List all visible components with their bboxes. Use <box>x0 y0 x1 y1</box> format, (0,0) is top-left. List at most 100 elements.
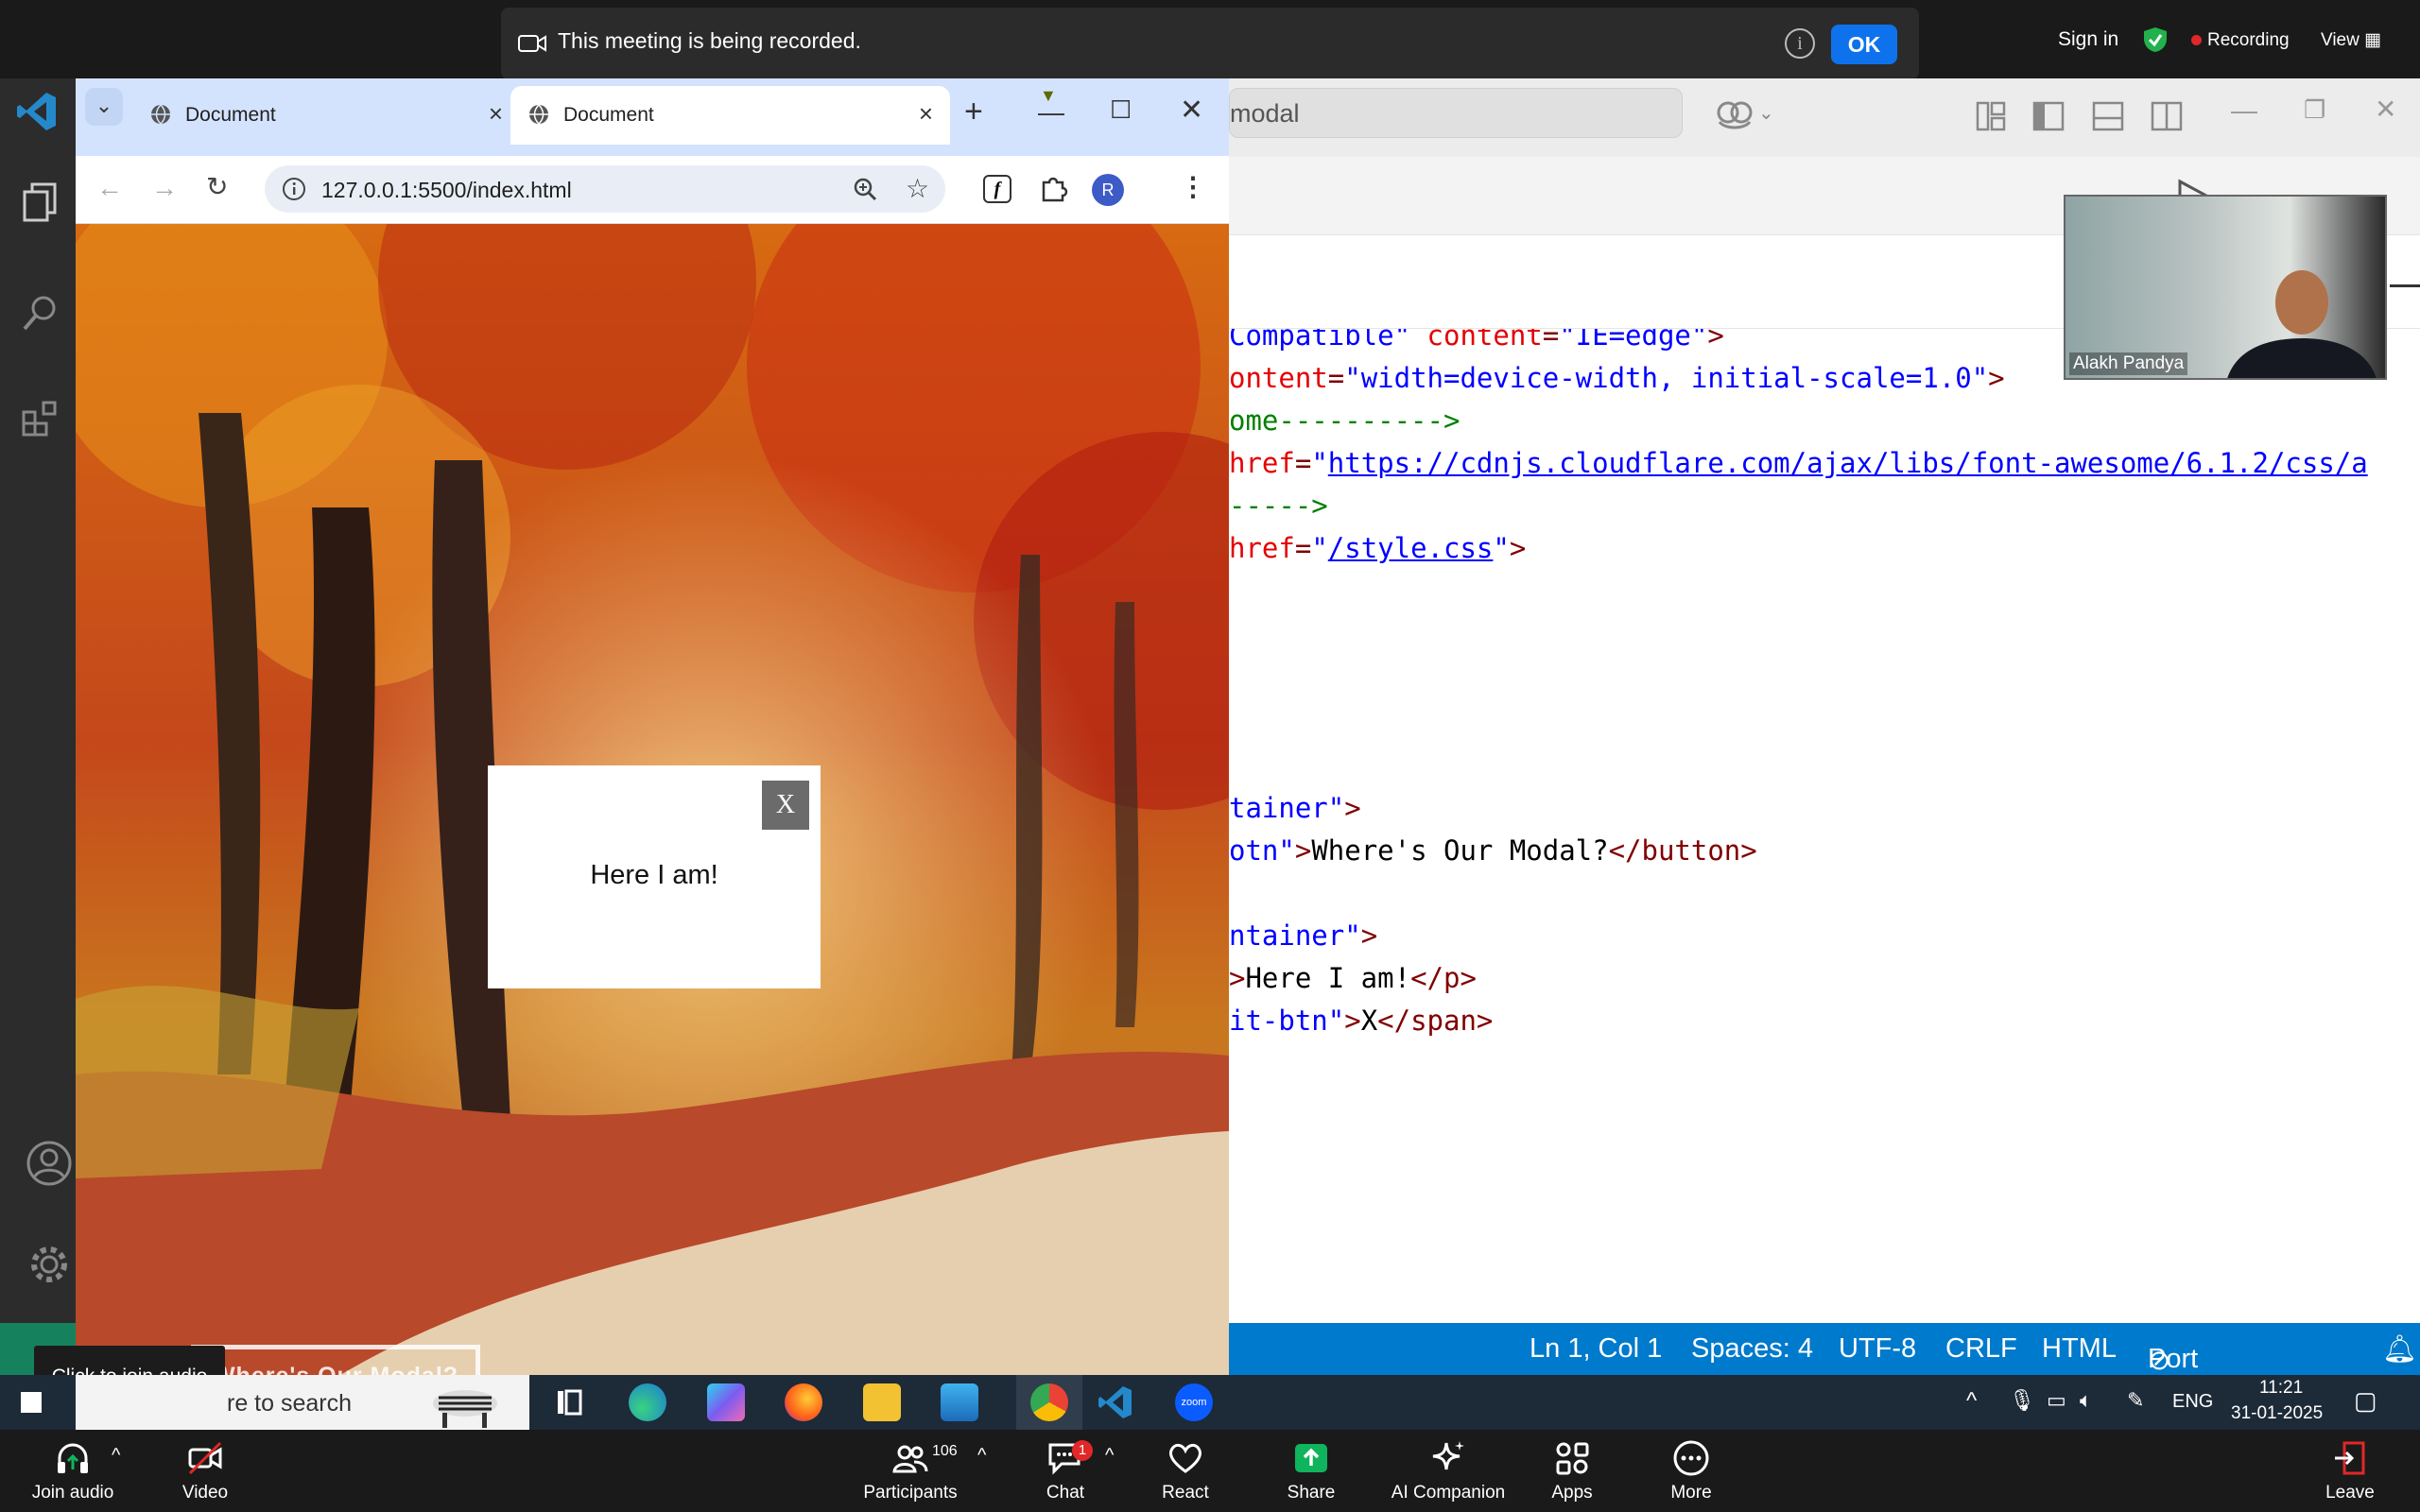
browser-tab-1[interactable]: Document × <box>132 86 520 145</box>
more-button[interactable]: More <box>1634 1439 1748 1503</box>
minimap-slider[interactable] <box>2390 284 2420 287</box>
chevron-up-icon[interactable]: ^ <box>977 1445 986 1467</box>
toggle-sidebar-icon[interactable] <box>2032 101 2065 131</box>
open-modal-button[interactable]: Where's Our Modal? <box>191 1345 480 1375</box>
forward-icon[interactable]: → <box>151 173 178 203</box>
recording-dot-icon <box>2191 35 2202 46</box>
extensions-puzzle-icon[interactable] <box>1040 175 1068 203</box>
chevron-up-icon[interactable]: ^ <box>112 1445 120 1467</box>
code-line[interactable]: ntainer"> <box>1229 919 1377 952</box>
chevron-down-icon[interactable]: ⌄ <box>1758 101 1774 125</box>
remote-desktop-icon[interactable] <box>941 1383 978 1421</box>
file-explorer-icon[interactable] <box>863 1383 901 1421</box>
code-line[interactable]: >Here I am!</p> <box>1229 962 1477 994</box>
code-line[interactable]: ome----------> <box>1229 404 1460 437</box>
leave-button[interactable]: Leave <box>2293 1439 2407 1503</box>
view-menu[interactable]: View ▦ <box>2321 29 2381 51</box>
explorer-icon[interactable] <box>21 182 60 222</box>
grid-icon: ▦ <box>2364 30 2382 50</box>
react-button[interactable]: React <box>1129 1439 1242 1503</box>
code-line[interactable]: otn">Where's Our Modal?</button> <box>1229 834 1757 867</box>
zoom-app-icon[interactable]: zoom <box>1175 1383 1213 1421</box>
gear-icon[interactable] <box>26 1242 72 1287</box>
back-icon[interactable]: ← <box>96 173 123 203</box>
video-camera-icon <box>518 35 546 52</box>
windows-start-icon[interactable] <box>21 1392 42 1413</box>
notification-icon[interactable]: ▢ <box>2354 1386 2377 1416</box>
video-label: Video <box>182 1483 229 1503</box>
bell-icon[interactable]: 🔔︎ <box>2382 1333 2417 1366</box>
taskbar-search[interactable]: re to search <box>76 1375 529 1430</box>
status-indentation[interactable]: Spaces: 4 <box>1691 1333 1813 1365</box>
status-language[interactable]: HTML <box>2042 1333 2117 1365</box>
zoom-icon[interactable] <box>853 177 877 201</box>
sign-in-link[interactable]: Sign in <box>2058 28 2118 51</box>
reload-icon[interactable]: ↻ <box>206 171 228 202</box>
status-eol[interactable]: CRLF <box>1945 1333 2017 1365</box>
shield-check-icon[interactable] <box>2143 26 2168 53</box>
code-line[interactable]: -----> <box>1229 490 1328 522</box>
microphone-icon[interactable]: 🎙︎ <box>2009 1388 2035 1413</box>
ai-companion-button[interactable]: AI Companion <box>1382 1439 1514 1503</box>
video-button[interactable]: Video <box>148 1439 262 1503</box>
task-view-icon[interactable] <box>550 1383 588 1421</box>
browser-tab-2[interactable]: Document × <box>510 86 950 145</box>
firefox-icon[interactable] <box>785 1383 822 1421</box>
status-cursor-position[interactable]: Ln 1, Col 1 <box>1530 1333 1662 1365</box>
modal-close-button[interactable]: X <box>762 781 809 830</box>
minimize-icon[interactable]: — <box>2231 95 2257 126</box>
recording-indicator[interactable]: Recording <box>2191 30 2290 51</box>
apps-button[interactable]: Apps <box>1515 1439 1629 1503</box>
edge-icon[interactable] <box>629 1383 666 1421</box>
command-center-search[interactable]: modal <box>1229 88 1683 138</box>
close-tab-icon[interactable]: × <box>919 99 933 129</box>
site-info-icon[interactable] <box>282 177 306 201</box>
extension-fx-icon[interactable]: f <box>983 175 1011 203</box>
search-icon[interactable] <box>21 293 60 333</box>
battery-icon[interactable]: ▭ <box>2047 1388 2066 1413</box>
copilot-icon[interactable] <box>1716 97 1754 131</box>
copilot-app-icon[interactable] <box>707 1383 745 1421</box>
taskbar-date[interactable]: 31-01-2025 <box>2231 1403 2323 1424</box>
account-icon[interactable] <box>26 1141 72 1186</box>
language-indicator[interactable]: ENG <box>2172 1391 2213 1413</box>
info-icon[interactable]: i <box>1785 28 1815 59</box>
code-line[interactable]: Compatible" content="IE=edge"> <box>1229 329 1724 352</box>
profile-avatar[interactable]: R <box>1092 174 1124 206</box>
extensions-icon[interactable] <box>21 399 60 438</box>
toggle-secondary-sidebar-icon[interactable] <box>2151 101 2183 131</box>
code-token: </span> <box>1377 1005 1494 1037</box>
vscode-taskbar-icon[interactable] <box>1097 1383 1134 1421</box>
taskbar-time[interactable]: 11:21 <box>2259 1378 2303 1399</box>
tab-search-icon[interactable]: ⌄ <box>85 88 123 126</box>
status-encoding[interactable]: UTF-8 <box>1839 1333 1916 1365</box>
ok-button[interactable]: OK <box>1831 25 1897 64</box>
restore-icon[interactable]: ❐ <box>2304 95 2325 125</box>
kebab-menu-icon[interactable]: ⋮ <box>1180 171 1206 202</box>
share-button[interactable]: Share <box>1254 1439 1368 1503</box>
code-line[interactable]: tainer"> <box>1229 792 1361 824</box>
maximize-icon[interactable]: ☐ <box>1110 95 1132 125</box>
toggle-panel-icon[interactable] <box>2092 101 2124 131</box>
pen-icon[interactable]: ✎ <box>2127 1388 2144 1413</box>
address-bar[interactable]: 127.0.0.1:5500/index.html ☆ <box>265 165 945 213</box>
close-tab-icon[interactable]: × <box>489 99 503 129</box>
tray-overflow-icon[interactable]: ^ <box>1966 1388 1977 1415</box>
leave-label: Leave <box>2325 1483 2375 1503</box>
minimize-icon[interactable]: — <box>1038 97 1064 128</box>
chevron-up-icon[interactable]: ^ <box>1105 1445 1114 1467</box>
code-line[interactable]: ontent="width=device-width, initial-scal… <box>1229 362 2005 394</box>
new-tab-icon[interactable]: + <box>964 94 983 130</box>
participant-video[interactable]: Alakh Pandya <box>2064 195 2387 380</box>
vscode-title-bar: modal ⌄ — ❐ ✕ <box>1229 78 2420 157</box>
chrome-taskbar-button[interactable] <box>1016 1375 1082 1430</box>
customize-layout-icon[interactable] <box>1976 101 2006 131</box>
bookmark-star-icon[interactable]: ☆ <box>906 173 929 204</box>
vscode-editor[interactable]: Compatible" content="IE=edge"> ontent="wi… <box>1229 329 2420 1323</box>
speaker-icon[interactable]: 🔈︎ <box>2080 1388 2092 1413</box>
code-line[interactable]: href="/style.css"> <box>1229 532 1526 564</box>
code-line[interactable]: it-btn">X</span> <box>1229 1005 1493 1037</box>
close-window-icon[interactable]: ✕ <box>1180 94 1203 127</box>
close-window-icon[interactable]: ✕ <box>2375 94 2396 125</box>
code-line[interactable]: href="https://cdnjs.cloudflare.com/ajax/… <box>1229 447 2368 479</box>
